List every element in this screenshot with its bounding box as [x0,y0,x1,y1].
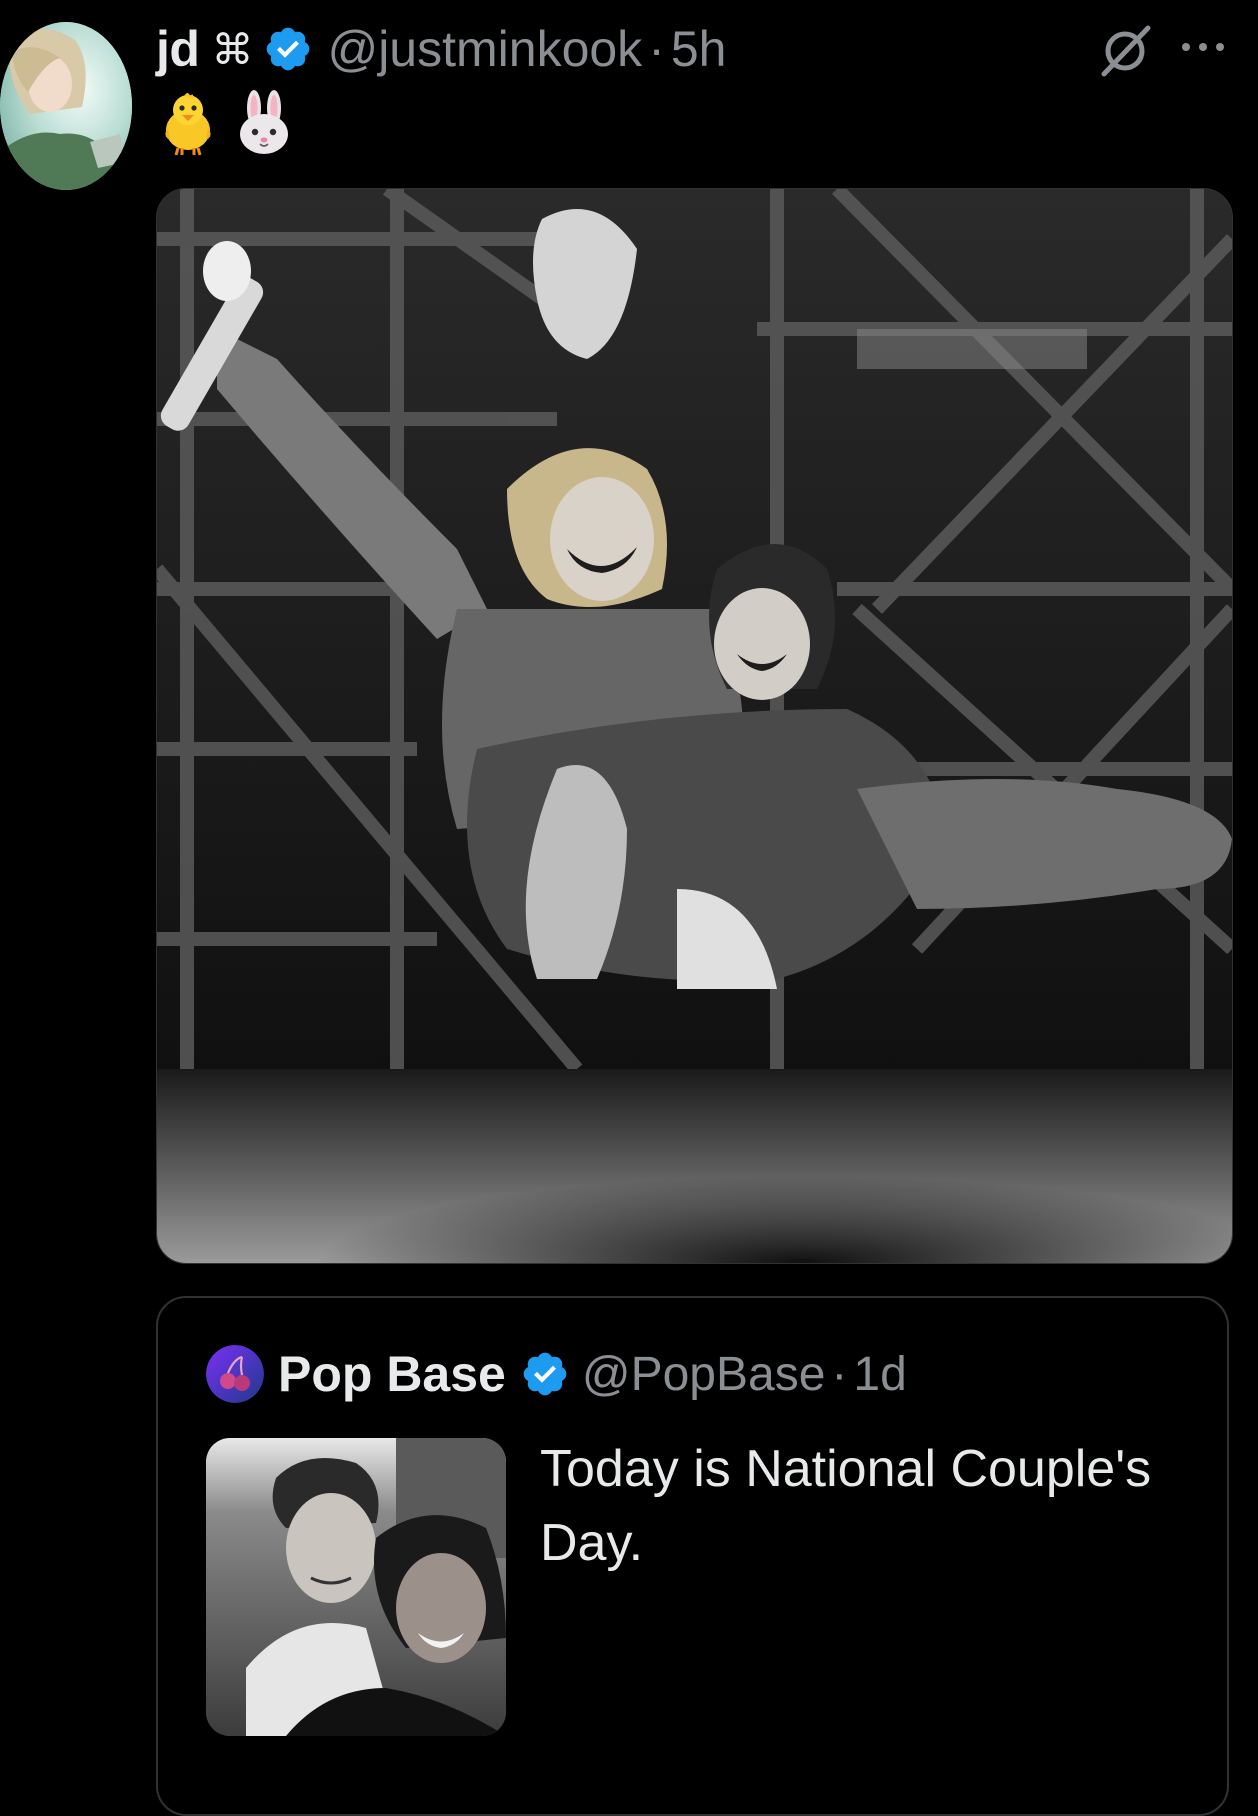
separator-dot: · [831,1347,848,1401]
author-handle[interactable]: @justminkook [327,20,642,78]
quoted-author-avatar[interactable] [206,1345,264,1403]
grok-icon[interactable] [1096,22,1154,80]
quoted-post-header: Pop Base @PopBase · 1d [206,1342,907,1406]
quoted-post-timestamp[interactable]: 1d [853,1347,906,1402]
chick-emoji [160,90,216,156]
quoted-author-handle[interactable]: @PopBase [582,1347,826,1402]
name-glyph: ⌘ [211,24,254,74]
post-text [160,90,292,156]
author-display-name[interactable]: jd [156,20,200,78]
post-media-photo[interactable] [156,188,1233,1264]
post-timestamp[interactable]: 5h [671,20,727,78]
verified-badge-icon[interactable] [263,24,313,74]
more-options-icon[interactable] [1180,38,1226,56]
quoted-post-thumbnail[interactable] [206,1438,506,1736]
quoted-post-card[interactable]: Pop Base @PopBase · 1d Today is National… [156,1296,1229,1816]
quoted-post-text: Today is National Couple's Day. [540,1440,1152,1572]
quoted-author-display-name[interactable]: Pop Base [278,1345,506,1403]
separator-dot: · [648,21,665,77]
post-header: jd ⌘ @justminkook · 5h [156,14,726,84]
rabbit-face-emoji [236,90,292,156]
author-avatar[interactable] [0,22,132,190]
verified-badge-icon[interactable] [520,1349,570,1399]
